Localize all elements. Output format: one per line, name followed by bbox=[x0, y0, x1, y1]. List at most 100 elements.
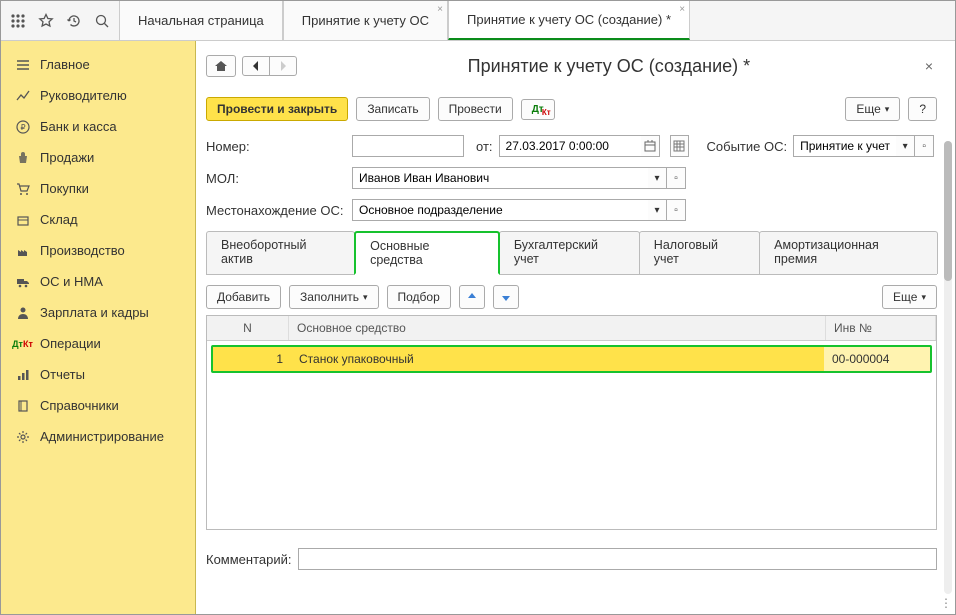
mol-label: МОЛ: bbox=[206, 171, 346, 186]
col-n[interactable]: N bbox=[207, 316, 289, 340]
sidebar-item-bank[interactable]: ₽ Банк и касса bbox=[1, 111, 195, 142]
sidebar-item-manager[interactable]: Руководителю bbox=[1, 80, 195, 111]
open-icon[interactable]: ▫ bbox=[667, 199, 686, 221]
sidebar-item-operations[interactable]: ДтКт Операции bbox=[1, 328, 195, 359]
dropdown-icon[interactable]: ▾ bbox=[648, 199, 667, 221]
sidebar-item-label: Отчеты bbox=[40, 367, 85, 382]
tab-os-create[interactable]: Принятие к учету ОС (создание) * × bbox=[448, 1, 690, 40]
col-name[interactable]: Основное средство bbox=[289, 316, 826, 340]
search-icon[interactable] bbox=[93, 12, 111, 30]
post-and-close-button[interactable]: Провести и закрыть bbox=[206, 97, 348, 121]
calendar-icon[interactable] bbox=[641, 135, 660, 157]
box-icon bbox=[15, 212, 30, 227]
dk-button[interactable]: Дт bbox=[521, 99, 555, 120]
page-title: Принятие к учету ОС (создание) * bbox=[297, 56, 921, 77]
book-icon bbox=[15, 398, 30, 413]
sidebar-item-os-nma[interactable]: ОС и НМА bbox=[1, 266, 195, 297]
tab-label: Начальная страница bbox=[138, 13, 264, 28]
assets-grid: N Основное средство Инв № 1 Станок упако… bbox=[206, 315, 937, 530]
date-input[interactable] bbox=[499, 135, 641, 157]
scrollbar-thumb[interactable] bbox=[944, 141, 952, 281]
comment-label: Комментарий: bbox=[206, 552, 292, 567]
subtab-noncurrent[interactable]: Внеоборотный актив bbox=[206, 231, 355, 274]
bars-icon bbox=[15, 367, 30, 382]
sidebar-item-label: ОС и НМА bbox=[40, 274, 103, 289]
close-button[interactable]: × bbox=[921, 54, 937, 78]
col-inv[interactable]: Инв № bbox=[826, 316, 936, 340]
open-icon[interactable]: ▫ bbox=[915, 135, 934, 157]
location-label: Местонахождение ОС: bbox=[206, 203, 346, 218]
subtab-fixed-assets[interactable]: Основные средства bbox=[354, 231, 500, 275]
move-up-button[interactable] bbox=[459, 285, 485, 309]
subtab-accounting[interactable]: Бухгалтерский учет bbox=[499, 231, 640, 274]
add-button[interactable]: Добавить bbox=[206, 285, 281, 309]
sidebar-item-production[interactable]: Производство bbox=[1, 235, 195, 266]
close-icon[interactable]: × bbox=[437, 4, 443, 15]
move-down-button[interactable] bbox=[493, 285, 519, 309]
table-row[interactable]: 1 Станок упаковочный 00-000004 bbox=[211, 345, 932, 373]
sidebar-item-label: Производство bbox=[40, 243, 125, 258]
dk-icon: ДтКт bbox=[15, 336, 30, 351]
ruble-icon: ₽ bbox=[15, 119, 30, 134]
sidebar-item-label: Продажи bbox=[40, 150, 94, 165]
sidebar: Главное Руководителю ₽ Банк и касса Прод… bbox=[1, 41, 196, 614]
sidebar-item-label: Руководителю bbox=[40, 88, 127, 103]
dropdown-icon[interactable]: ▾ bbox=[896, 135, 915, 157]
mol-input[interactable] bbox=[352, 167, 648, 189]
cart-icon bbox=[15, 181, 30, 196]
fill-button[interactable]: Заполнить ▾ bbox=[289, 285, 378, 309]
location-input[interactable] bbox=[352, 199, 648, 221]
tab-label: Принятие к учету ОС bbox=[302, 13, 429, 28]
sidebar-item-reports[interactable]: Отчеты bbox=[1, 359, 195, 390]
dropdown-icon[interactable]: ▾ bbox=[648, 167, 667, 189]
home-button[interactable] bbox=[206, 55, 236, 77]
sidebar-item-sales[interactable]: Продажи bbox=[1, 142, 195, 173]
scrollbar[interactable] bbox=[944, 141, 952, 594]
close-icon[interactable]: × bbox=[679, 4, 685, 15]
number-label: Номер: bbox=[206, 139, 346, 154]
subtabs: Внеоборотный актив Основные средства Бух… bbox=[206, 231, 937, 275]
sidebar-item-warehouse[interactable]: Склад bbox=[1, 204, 195, 235]
sidebar-item-admin[interactable]: Администрирование bbox=[1, 421, 195, 452]
sidebar-item-label: Операции bbox=[40, 336, 101, 351]
pick-button[interactable]: Подбор bbox=[387, 285, 451, 309]
back-button[interactable] bbox=[242, 56, 270, 76]
svg-text:₽: ₽ bbox=[20, 123, 25, 132]
open-icon[interactable]: ▫ bbox=[667, 167, 686, 189]
resize-handle-icon[interactable]: ⋮ bbox=[940, 596, 952, 610]
post-button[interactable]: Провести bbox=[438, 97, 513, 121]
subtab-tax[interactable]: Налоговый учет bbox=[639, 231, 760, 274]
sidebar-item-label: Покупки bbox=[40, 181, 89, 196]
apps-icon[interactable] bbox=[9, 12, 27, 30]
forward-button[interactable] bbox=[270, 56, 297, 76]
fill-date-button[interactable] bbox=[670, 135, 689, 157]
tab-home[interactable]: Начальная страница bbox=[119, 1, 283, 40]
gear-icon bbox=[15, 429, 30, 444]
number-input[interactable] bbox=[352, 135, 464, 157]
sidebar-item-label: Зарплата и кадры bbox=[40, 305, 149, 320]
table-more-button[interactable]: Еще ▾ bbox=[882, 285, 937, 309]
write-button[interactable]: Записать bbox=[356, 97, 429, 121]
tab-label: Принятие к учету ОС (создание) * bbox=[467, 12, 671, 27]
star-icon[interactable] bbox=[37, 12, 55, 30]
subtab-premium[interactable]: Амортизационная премия bbox=[759, 231, 938, 274]
sidebar-item-catalogs[interactable]: Справочники bbox=[1, 390, 195, 421]
comment-input[interactable] bbox=[298, 548, 938, 570]
cell-name: Станок упаковочный bbox=[291, 347, 824, 371]
bag-icon bbox=[15, 150, 30, 165]
sidebar-item-salary[interactable]: Зарплата и кадры bbox=[1, 297, 195, 328]
factory-icon bbox=[15, 243, 30, 258]
cell-inv: 00-000004 bbox=[824, 347, 930, 371]
sidebar-item-purchases[interactable]: Покупки bbox=[1, 173, 195, 204]
sidebar-item-label: Главное bbox=[40, 57, 90, 72]
truck-icon bbox=[15, 274, 30, 289]
help-button[interactable]: ? bbox=[908, 97, 937, 121]
date-label: от: bbox=[476, 139, 493, 154]
event-input[interactable] bbox=[793, 135, 896, 157]
top-tabs: Начальная страница Принятие к учету ОС ×… bbox=[119, 1, 955, 40]
tab-os-list[interactable]: Принятие к учету ОС × bbox=[283, 1, 448, 40]
history-icon[interactable] bbox=[65, 12, 83, 30]
sidebar-item-main[interactable]: Главное bbox=[1, 49, 195, 80]
more-button[interactable]: Еще ▾ bbox=[845, 97, 900, 121]
event-label: Событие ОС: bbox=[707, 139, 788, 154]
